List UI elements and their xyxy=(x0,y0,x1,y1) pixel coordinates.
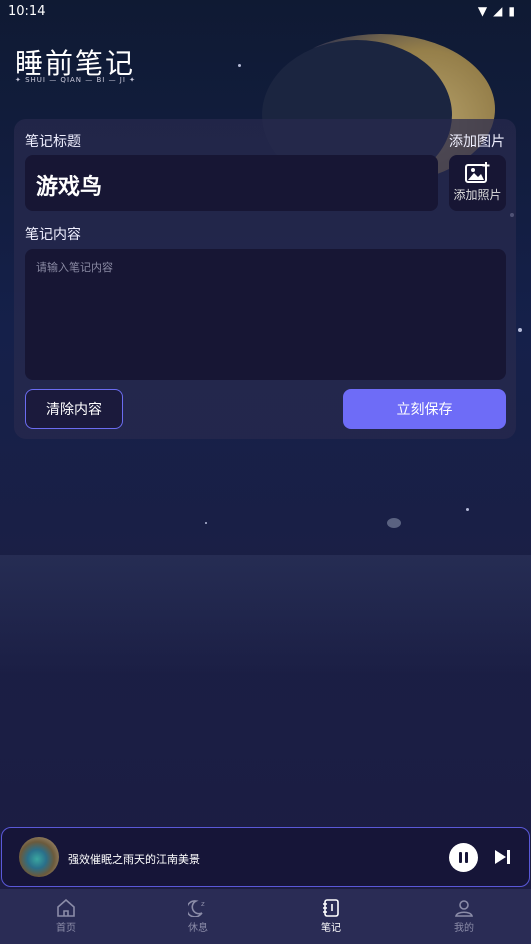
tab-label: 首页 xyxy=(56,923,76,934)
next-track-icon[interactable] xyxy=(494,849,512,865)
bottom-tab-bar: 首页 z 休息 笔记 我的 xyxy=(0,889,531,944)
content-input-wrapper xyxy=(25,249,506,380)
system-icons: ▼ ◢ ▮ xyxy=(478,4,515,18)
tab-label: 休息 xyxy=(188,923,208,934)
battery-icon: ▮ xyxy=(508,4,515,18)
add-photo-button[interactable]: 添加照片 xyxy=(449,155,506,211)
title-input[interactable]: 游戏鸟 xyxy=(25,155,438,211)
user-icon xyxy=(455,900,473,917)
star xyxy=(205,522,207,524)
status-time: 10:14 xyxy=(8,4,46,19)
notebook-icon xyxy=(323,899,339,917)
star xyxy=(466,508,469,511)
add-photo-label: 添加照片 xyxy=(453,188,502,202)
app-subtitle: ✦ SHUI — QIAN — BI — JI ✦ xyxy=(15,76,137,84)
title-value: 游戏鸟 xyxy=(36,175,103,200)
title-label: 笔记标题 xyxy=(25,134,81,150)
svg-text:z: z xyxy=(201,900,205,908)
tab-label: 我的 xyxy=(454,923,474,934)
clear-content-button[interactable]: 清除内容 xyxy=(25,389,123,429)
horizon-glow xyxy=(0,555,531,675)
pause-button[interactable] xyxy=(449,843,478,872)
wifi-icon: ▼ xyxy=(477,4,488,18)
content-textarea[interactable] xyxy=(25,249,506,380)
star xyxy=(238,64,241,67)
image-add-icon xyxy=(464,162,489,183)
distant-planet xyxy=(387,518,401,528)
tab-notes[interactable]: 笔记 xyxy=(265,889,397,944)
album-art xyxy=(19,837,59,877)
tab-home[interactable]: 首页 xyxy=(0,889,132,944)
star xyxy=(518,328,522,332)
add-image-label: 添加图片 xyxy=(449,134,505,150)
home-icon xyxy=(57,899,75,917)
tab-rest[interactable]: z 休息 xyxy=(132,889,264,944)
mini-player[interactable]: 强效催眠之雨天的江南美景 xyxy=(1,827,530,887)
content-label: 笔记内容 xyxy=(25,227,81,243)
tab-label: 笔记 xyxy=(321,923,341,934)
moon-icon: z xyxy=(188,900,205,917)
song-title: 强效催眠之雨天的江南美景 xyxy=(68,853,200,866)
tab-profile[interactable]: 我的 xyxy=(398,889,530,944)
signal-icon: ◢ xyxy=(493,4,503,18)
status-bar: 10:14 ▼ ◢ ▮ xyxy=(0,0,531,24)
save-button[interactable]: 立刻保存 xyxy=(343,389,506,429)
